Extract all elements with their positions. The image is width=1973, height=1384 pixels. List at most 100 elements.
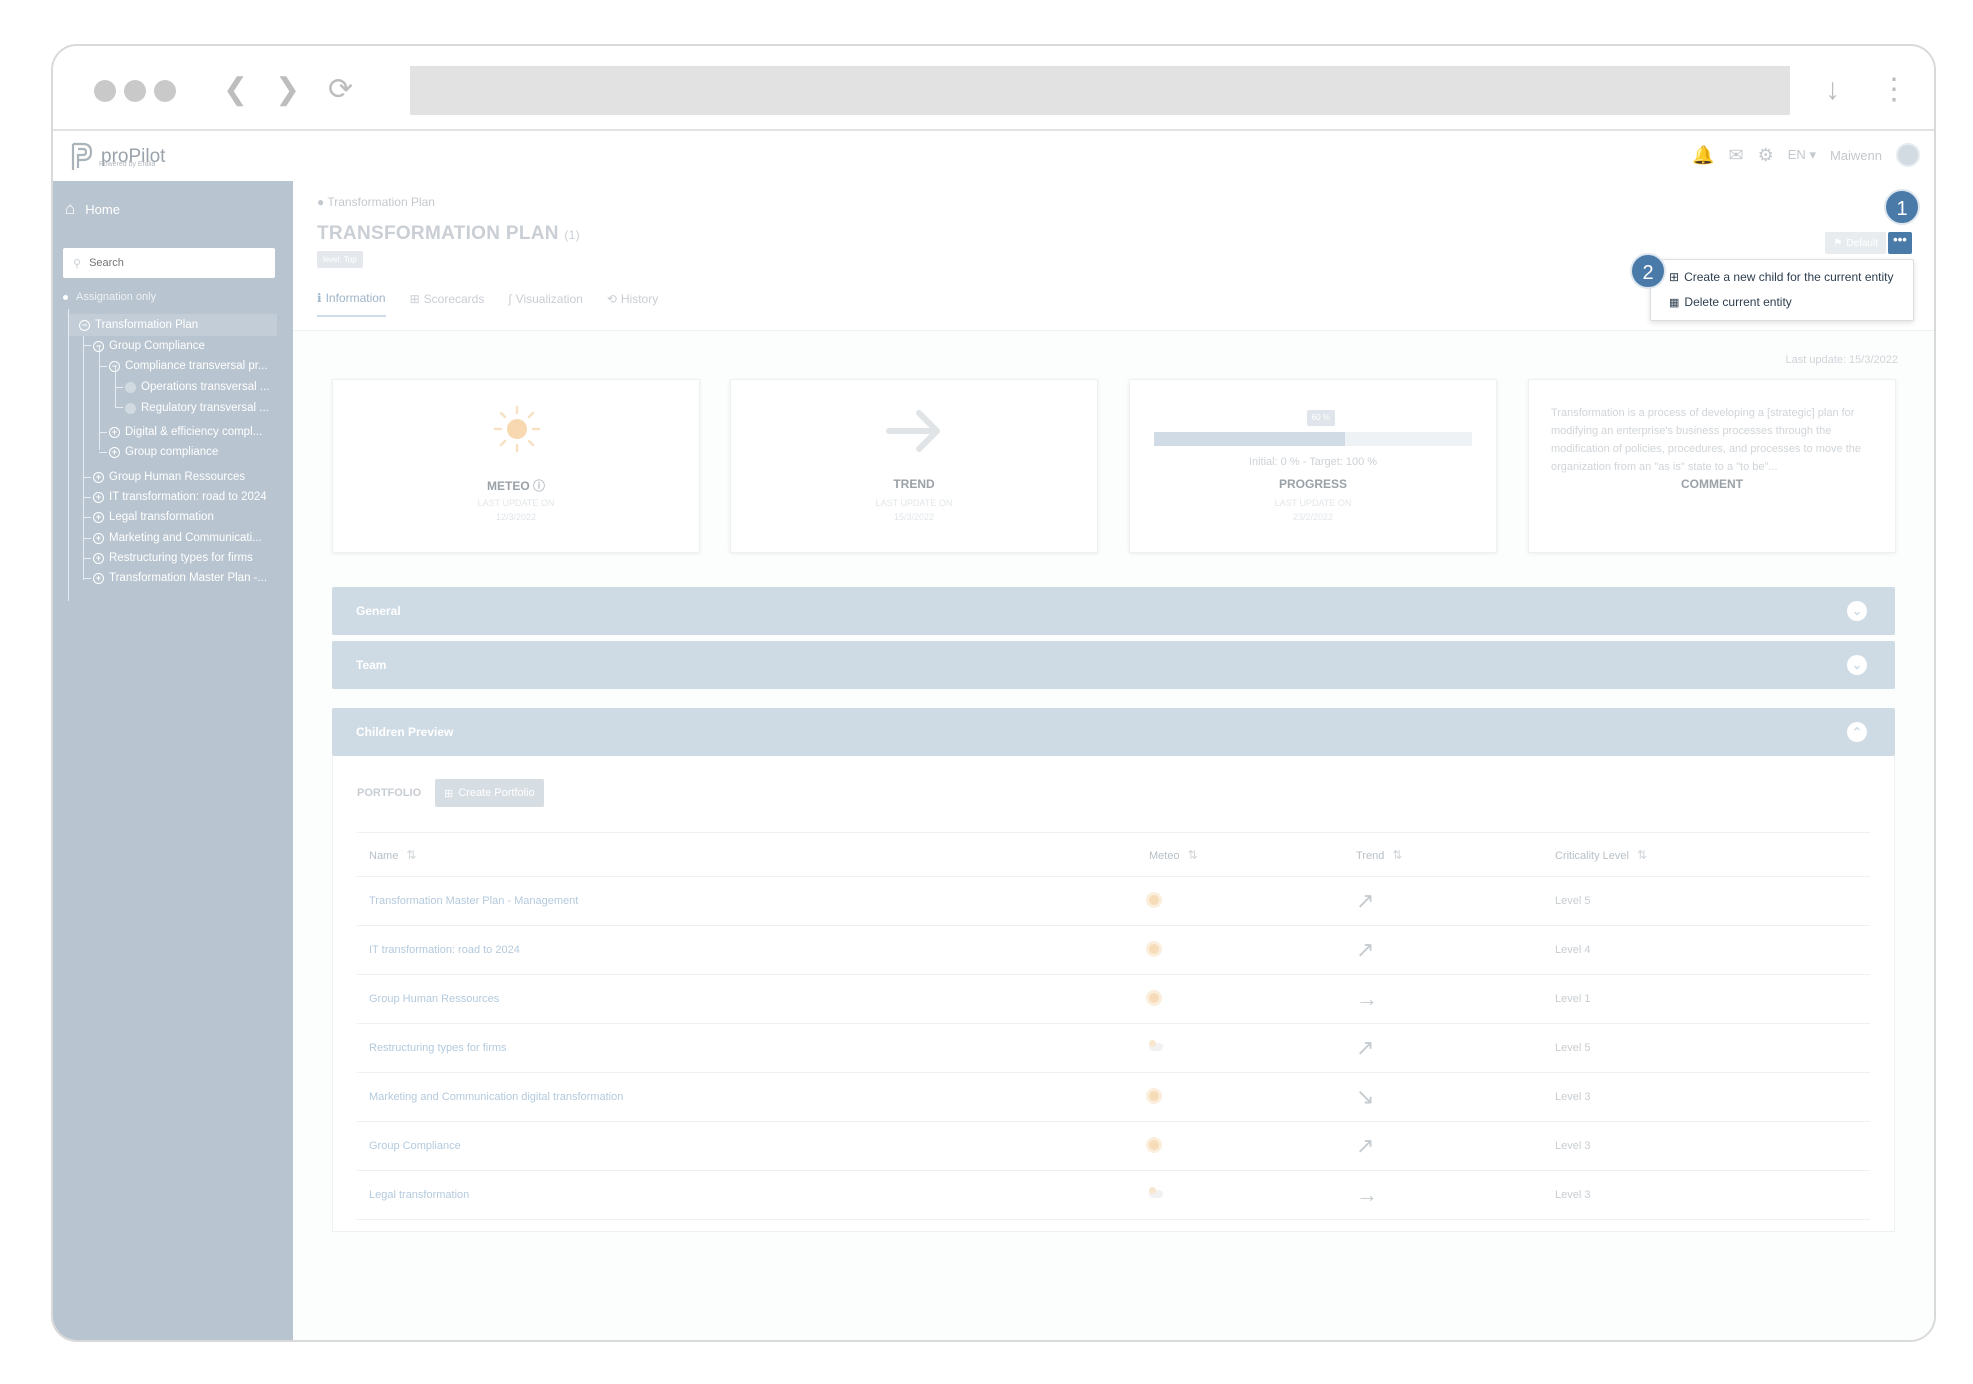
- accordion-team[interactable]: Team ⌄: [332, 641, 1895, 689]
- create-portfolio-button[interactable]: ⊞ Create Portfolio: [435, 779, 544, 807]
- browser-toolbar: ❮ ❯ ⟳ ↓ ⋮: [53, 46, 1934, 131]
- table-row[interactable]: IT transformation: road to 2024 ↗ Level 4: [357, 925, 1870, 975]
- chevron-down-icon[interactable]: ⌄: [1847, 601, 1867, 621]
- tree-node-digital-efficiency[interactable]: + Digital & efficiency compl...: [109, 421, 262, 443]
- info-circle-icon[interactable]: ⓘ: [533, 479, 545, 493]
- expand-icon[interactable]: +: [93, 491, 104, 503]
- tree-node-master-plan[interactable]: + Transformation Master Plan -...: [93, 567, 267, 589]
- expand-icon[interactable]: +: [93, 532, 104, 544]
- forward-icon[interactable]: ❯: [275, 72, 300, 108]
- assignation-filter[interactable]: Assignation only: [63, 291, 156, 303]
- sidebar-item-home[interactable]: ⌂ Home: [65, 199, 120, 219]
- browser-window: ❮ ❯ ⟳ ↓ ⋮ proPilot Powered by Efalia 🔔 ✉…: [51, 44, 1936, 1342]
- cell-level: Level 4: [1543, 925, 1870, 975]
- trend-up-icon: ↗: [1356, 1133, 1375, 1158]
- delete-entity-menu-item[interactable]: ▦ Delete current entity: [1669, 295, 1792, 309]
- avatar[interactable]: [1896, 143, 1920, 167]
- trash-icon: ▦: [1669, 296, 1680, 309]
- tree-node-operations-transversal[interactable]: Operations transversal ...: [125, 376, 269, 398]
- user-name[interactable]: Maiwenn: [1830, 148, 1882, 163]
- sun-icon: [1149, 1139, 1159, 1150]
- chart-icon: ∫: [508, 292, 512, 306]
- tree-node-restructuring[interactable]: + Restructuring types for firms: [93, 547, 253, 569]
- tab-history[interactable]: ⟲ History: [607, 291, 658, 317]
- tree-node-it-transformation[interactable]: + IT transformation: road to 2024: [93, 486, 267, 508]
- child-entity-link[interactable]: IT transformation: road to 2024: [369, 944, 520, 956]
- table-row[interactable]: Restructuring types for firms ↗ Level 5: [357, 1023, 1870, 1073]
- tree-node-marketing[interactable]: + Marketing and Communicati...: [93, 527, 262, 549]
- cell-meteo: [1137, 1121, 1344, 1171]
- back-icon[interactable]: ❮: [223, 72, 248, 108]
- sort-icon[interactable]: ⇅: [406, 848, 416, 862]
- tree-node-label: Compliance transversal pr...: [125, 360, 268, 372]
- tree-node-label: Transformation Plan: [95, 319, 199, 331]
- default-view-button[interactable]: ⚑ Default: [1825, 232, 1886, 254]
- tree-node-group-compliance[interactable]: − Group Compliance: [93, 335, 205, 357]
- column-trend[interactable]: Trend ⇅: [1344, 832, 1543, 877]
- expand-icon[interactable]: +: [109, 446, 120, 458]
- collapse-icon[interactable]: −: [93, 340, 104, 352]
- child-entity-link[interactable]: Restructuring types for firms: [369, 1042, 507, 1054]
- tree-node-transformation-plan[interactable]: − Transformation Plan: [69, 314, 277, 336]
- accordion-children-preview[interactable]: Children Preview ⌃: [332, 708, 1895, 756]
- bell-icon[interactable]: 🔔: [1692, 145, 1714, 166]
- cell-level: Level 3: [1543, 1072, 1870, 1122]
- expand-icon[interactable]: +: [93, 511, 104, 523]
- tab-information[interactable]: ℹ Information: [317, 291, 386, 317]
- comment-card: Transformation is a process of developin…: [1528, 379, 1896, 553]
- create-child-menu-item[interactable]: ⊞ Create a new child for the current ent…: [1669, 270, 1894, 284]
- address-bar[interactable]: [410, 66, 1790, 115]
- window-dot-icon[interactable]: [154, 80, 176, 102]
- child-entity-link[interactable]: Legal transformation: [369, 1189, 469, 1201]
- table-row[interactable]: Legal transformation → Level 3: [357, 1170, 1870, 1220]
- table-row[interactable]: Transformation Master Plan - Management ↗…: [357, 876, 1870, 926]
- tree-node-group-compliance-child[interactable]: + Group compliance: [109, 441, 218, 463]
- more-actions-button[interactable]: •••: [1888, 232, 1912, 254]
- portfolio-label: PORTFOLIO: [357, 787, 422, 799]
- sidebar-search[interactable]: ⚲: [63, 248, 275, 278]
- chevron-up-icon[interactable]: ⌃: [1847, 722, 1867, 742]
- step-marker-1: 1: [1884, 189, 1920, 225]
- table-row[interactable]: Group Compliance ↗ Level 3: [357, 1121, 1870, 1171]
- column-criticality[interactable]: Criticality Level ⇅: [1543, 832, 1870, 877]
- sort-icon[interactable]: ⇅: [1392, 848, 1402, 862]
- trend-up-icon: ↗: [1356, 1035, 1375, 1060]
- column-meteo[interactable]: Meteo ⇅: [1137, 832, 1344, 877]
- expand-icon[interactable]: +: [93, 552, 104, 564]
- cell-name: IT transformation: road to 2024: [357, 925, 1137, 975]
- expand-icon[interactable]: +: [109, 426, 120, 438]
- child-entity-link[interactable]: Transformation Master Plan - Management: [369, 895, 578, 907]
- column-name[interactable]: Name ⇅: [357, 832, 1137, 877]
- propilot-logo[interactable]: proPilot: [69, 139, 165, 175]
- tree-node-regulatory-transversal[interactable]: Regulatory transversal ...: [125, 397, 269, 419]
- download-icon[interactable]: ↓: [1825, 72, 1840, 108]
- window-dot-icon[interactable]: [124, 80, 146, 102]
- tree-node-legal-transformation[interactable]: + Legal transformation: [93, 506, 214, 528]
- expand-icon[interactable]: +: [93, 471, 104, 483]
- gear-icon[interactable]: ⚙: [1758, 145, 1774, 166]
- breadcrumb[interactable]: ● Transformation Plan: [317, 195, 435, 209]
- browser-menu-icon[interactable]: ⋮: [1879, 72, 1909, 108]
- accordion-general[interactable]: General ⌄: [332, 587, 1895, 635]
- collapse-icon[interactable]: −: [109, 360, 120, 372]
- tree-node-group-human-ressources[interactable]: + Group Human Ressources: [93, 466, 245, 488]
- child-entity-link[interactable]: Marketing and Communication digital tran…: [369, 1091, 623, 1103]
- sort-icon[interactable]: ⇅: [1188, 848, 1198, 862]
- sort-icon[interactable]: ⇅: [1637, 848, 1647, 862]
- mail-icon[interactable]: ✉: [1729, 145, 1744, 166]
- search-input[interactable]: [89, 257, 250, 269]
- table-row[interactable]: Group Human Ressources → Level 1: [357, 974, 1870, 1024]
- reload-icon[interactable]: ⟳: [328, 72, 353, 108]
- page-title: TRANSFORMATION PLAN (1): [317, 223, 580, 245]
- tree-node-compliance-transversal[interactable]: − Compliance transversal pr...: [109, 355, 268, 377]
- collapse-icon[interactable]: −: [79, 319, 90, 331]
- window-dot-icon[interactable]: [94, 80, 116, 102]
- expand-icon[interactable]: +: [93, 572, 104, 584]
- child-entity-link[interactable]: Group Human Ressources: [369, 993, 499, 1005]
- tab-visualization[interactable]: ∫ Visualization: [508, 291, 582, 317]
- language-select[interactable]: EN ▾: [1788, 147, 1816, 163]
- tab-scorecards[interactable]: ⊞ Scorecards: [410, 291, 485, 317]
- child-entity-link[interactable]: Group Compliance: [369, 1140, 461, 1152]
- chevron-down-icon[interactable]: ⌄: [1847, 655, 1867, 675]
- table-row[interactable]: Marketing and Communication digital tran…: [357, 1072, 1870, 1122]
